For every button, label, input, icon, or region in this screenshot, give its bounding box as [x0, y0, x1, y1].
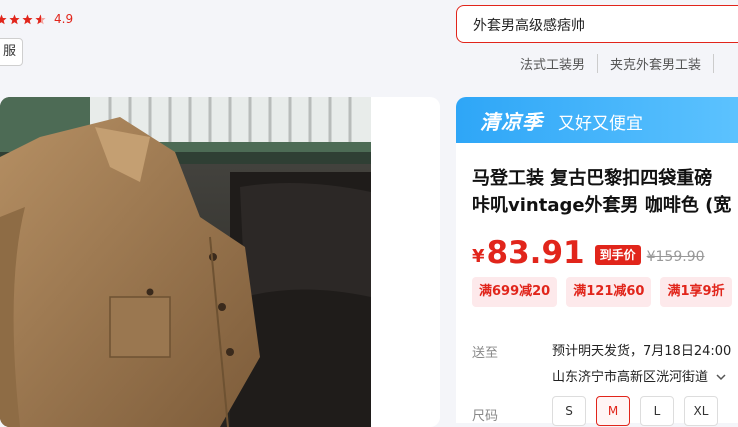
size-option-selected[interactable]: M	[596, 396, 630, 426]
price-currency: ¥	[472, 246, 485, 267]
product-title-line: 咔叽vintage外套男 咖啡色 (宽	[472, 195, 732, 216]
chevron-down-icon	[716, 374, 726, 381]
size-options: S M L XL	[552, 396, 718, 426]
shipping-address: 山东济宁市高新区洸河街道	[552, 370, 709, 385]
product-image-panel	[0, 97, 440, 427]
hot-word[interactable]: 法式工装男	[520, 54, 597, 73]
size-option[interactable]: S	[552, 396, 586, 426]
rating-value: 4.9	[54, 12, 74, 26]
coupon[interactable]: 满1享9折	[660, 277, 732, 307]
final-price-tag: 到手价	[594, 245, 641, 265]
half-star-icon	[35, 14, 46, 24]
search-box[interactable]	[456, 5, 738, 44]
price-value: 83.91	[486, 235, 585, 271]
price-row: ¥ 83.91 到手价 ¥159.90	[472, 236, 705, 270]
coupon-list: 满699减20 满121减60 满1享9折	[472, 277, 732, 307]
product-title-line: 马登工装 复古巴黎扣四袋重磅	[472, 168, 713, 189]
star-icon	[0, 14, 7, 24]
star-icon	[9, 14, 20, 24]
promo-slogan: 又好又便宜	[558, 114, 643, 134]
promo-banner[interactable]: 清凉季 又好又便宜	[456, 97, 738, 143]
size-option[interactable]: XL	[684, 396, 718, 426]
hot-word[interactable]	[713, 54, 738, 73]
hot-word[interactable]: 夹克外套男工装	[597, 54, 713, 73]
shipping-estimate: 预计明天发货，7月18日24:00	[552, 344, 732, 359]
product-info-panel: 马登工装 复古巴黎扣四袋重磅 咔叽vintage外套男 咖啡色 (宽 ¥ 83.…	[456, 143, 738, 426]
size-label: 尺码	[472, 409, 499, 424]
shipping-address-selector[interactable]: 山东济宁市高新区洸河街道	[552, 366, 726, 385]
hot-search-words: 法式工装男 夹克外套男工装	[520, 54, 738, 73]
coupon[interactable]: 满699减20	[472, 277, 558, 307]
coupon[interactable]: 满121减60	[566, 277, 652, 307]
store-rating: 4.9	[0, 12, 73, 26]
size-option[interactable]: L	[640, 396, 674, 426]
star-icon	[22, 14, 33, 24]
original-price: ¥159.90	[646, 249, 705, 265]
promo-logo: 清凉季	[480, 110, 543, 134]
product-title: 马登工装 复古巴黎扣四袋重磅 咔叽vintage外套男 咖啡色 (宽	[472, 165, 738, 219]
shipping-label: 送至	[472, 346, 499, 361]
service-tag[interactable]: 服	[0, 38, 24, 66]
product-photo[interactable]	[0, 97, 371, 427]
search-input[interactable]	[471, 6, 735, 44]
